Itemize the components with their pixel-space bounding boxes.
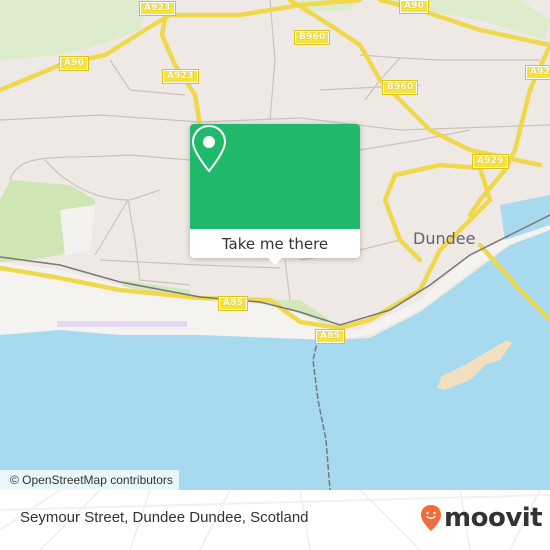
moovit-smiley-pin-icon: [421, 505, 441, 531]
footer-bar: Seymour Street, Dundee Dundee, Scotland …: [0, 490, 550, 550]
brand-name: moovit: [444, 503, 543, 533]
city-label-dundee: Dundee: [413, 229, 476, 248]
road-label-a85: A85: [217, 296, 249, 311]
map-view[interactable]: A923 A90 A923 A90 B960 B960 A929 A929 A8…: [0, 0, 550, 490]
take-me-there-button[interactable]: Take me there: [190, 229, 360, 258]
take-me-there-label: Take me there: [221, 234, 329, 253]
location-pin-icon: [191, 124, 227, 173]
popup-header: [190, 124, 360, 229]
road-label-b960: B960: [381, 80, 419, 95]
popup-pointer: [267, 257, 283, 265]
road-label-b960: B960: [293, 30, 331, 45]
road-label-a90: A90: [58, 56, 90, 71]
park-area: [60, 205, 95, 255]
moovit-logo[interactable]: moovit: [420, 503, 543, 533]
park-area: [0, 0, 150, 60]
map-attribution[interactable]: © OpenStreetMap contributors: [0, 470, 179, 490]
road-label-a929: A929: [472, 154, 509, 169]
road-label-a85: A85: [314, 329, 346, 344]
road-label-a923: A923: [139, 1, 176, 16]
location-popup: Take me there: [190, 124, 360, 265]
attribution-text: © OpenStreetMap contributors: [10, 473, 173, 487]
airport-runway: [57, 321, 187, 327]
road-label-a923: A923: [162, 69, 199, 84]
road-label-a90: A90: [398, 0, 430, 14]
location-address: Seymour Street, Dundee Dundee, Scotland: [20, 509, 309, 526]
road-label-a929: A929: [525, 65, 550, 80]
